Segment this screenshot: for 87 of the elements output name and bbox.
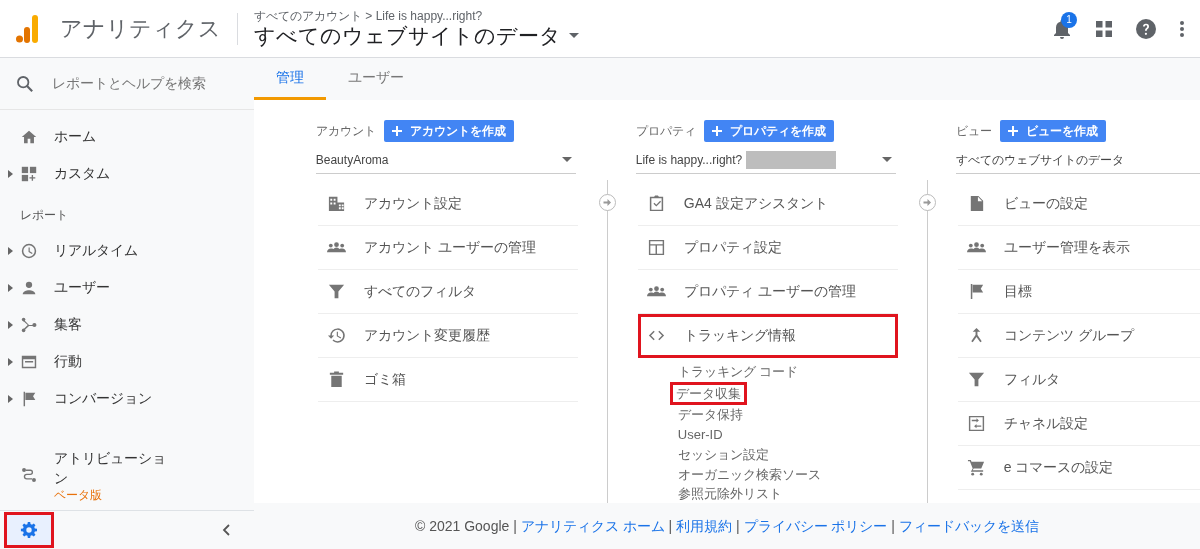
footer-link[interactable]: フィードバックを送信	[898, 517, 1039, 534]
cart-icon	[967, 458, 987, 477]
building-icon	[327, 194, 347, 213]
branch-icon	[20, 315, 38, 334]
nav-item[interactable]: コンバージョン	[0, 380, 254, 417]
footer-link[interactable]: プライバシー ポリシー	[743, 517, 888, 534]
expand-caret-icon[interactable]	[8, 169, 13, 178]
admin-menu-item[interactable]: チャネル設定	[957, 402, 1200, 446]
admin-menu-item[interactable]: GA4 設定アシスタント	[637, 182, 898, 226]
footer-link[interactable]: 利用規約	[676, 517, 733, 534]
caret-icon	[881, 157, 892, 162]
gear-icon	[20, 521, 38, 539]
create-button[interactable]: プロパティを作成	[703, 120, 834, 142]
admin-menu-item[interactable]: コンテンツ グループ	[957, 314, 1200, 358]
search-icon[interactable]	[16, 74, 34, 93]
column-label: ビュー	[955, 123, 992, 140]
plus-icon	[711, 126, 722, 136]
expand-caret-icon[interactable]	[8, 394, 13, 403]
submenu-link[interactable]: オーガニック検索ソース	[673, 464, 825, 485]
admin-menu-item[interactable]: トラッキング情報	[637, 314, 898, 358]
admin-menu-item[interactable]: 目標	[957, 270, 1200, 314]
expand-caret-icon[interactable]	[8, 283, 13, 292]
product-name: アナリティクス	[46, 12, 238, 45]
caret-icon	[569, 33, 579, 38]
plus-icon	[391, 126, 402, 136]
arrow-circle-icon	[918, 194, 936, 211]
create-button[interactable]: アカウントを作成	[383, 120, 514, 142]
dashboard-icon	[20, 164, 38, 183]
admin-menu-item[interactable]: ビューの設定	[957, 182, 1200, 226]
submenu-link[interactable]: トラッキング コード	[673, 362, 803, 382]
collapse-icon[interactable]	[221, 524, 230, 536]
nav-item[interactable]: 集客	[0, 306, 254, 343]
plus-icon	[1007, 126, 1018, 136]
dropdown-field[interactable]: すべてのウェブサイトのデータ	[955, 146, 1200, 174]
admin-settings-button[interactable]	[4, 512, 54, 548]
admin-menu-item[interactable]: アカウント ユーザーの管理	[317, 226, 578, 270]
nav-item[interactable]: カスタム	[0, 155, 254, 192]
admin-menu-item[interactable]: ゴミ箱	[317, 358, 578, 402]
breadcrumb[interactable]: すべてのアカウント > Life is happy...right?	[254, 8, 579, 23]
dropdown-field[interactable]: Life is happy...right?	[635, 146, 896, 174]
filter-icon	[327, 282, 347, 301]
beta-label: ベータ版	[54, 488, 103, 502]
arrow-circle-icon	[598, 194, 616, 211]
analytics-logo[interactable]	[16, 14, 38, 43]
expand-caret-icon[interactable]	[8, 357, 13, 366]
admin-menu-item[interactable]: すべてのフィルタ	[317, 270, 578, 314]
expand-caret-icon[interactable]	[8, 246, 13, 255]
layout-icon	[647, 238, 667, 257]
filter-icon	[967, 370, 987, 389]
nav-item[interactable]: リアルタイム	[0, 232, 254, 269]
admin-menu-item[interactable]: フィルタ	[957, 358, 1200, 402]
footer-text: © 2021 Google | アナリティクス ホーム | 利用規約 | プライバシー ポリシー | フィードバックを送信	[414, 516, 1039, 536]
submenu-link[interactable]: User-ID	[673, 425, 727, 445]
apps-icon[interactable]	[1096, 20, 1112, 37]
route-icon	[20, 466, 38, 484]
search-field[interactable]: レポートとヘルプを検索	[50, 72, 240, 95]
admin-menu-item[interactable]: アカウント変更履歴	[317, 314, 578, 358]
admin-menu-item[interactable]: プロパティ ユーザーの管理	[637, 270, 898, 314]
nav-item[interactable]: ホーム	[0, 118, 254, 155]
expand-caret-icon[interactable]	[8, 320, 13, 329]
admin-menu-item[interactable]: e コマースの設定	[957, 446, 1200, 490]
tab[interactable]: ユーザー	[325, 58, 426, 100]
tab[interactable]: 管理	[253, 58, 326, 100]
admin-menu-item[interactable]: アカウント設定	[317, 182, 578, 226]
footer-link[interactable]: アナリティクス ホーム	[520, 517, 665, 534]
notification-badge: 1	[1061, 11, 1077, 28]
admin-menu-item[interactable]: ユーザー管理を表示	[957, 226, 1200, 270]
nav-item[interactable]: ユーザー	[0, 269, 254, 306]
help-icon[interactable]	[1136, 18, 1156, 39]
more-menu-icon[interactable]	[1180, 20, 1184, 37]
submenu-link[interactable]: 参照元除外リスト	[673, 484, 786, 503]
submenu-link[interactable]: データ収集	[669, 381, 747, 406]
channel-icon	[967, 414, 987, 433]
clock-icon	[20, 241, 38, 260]
nav-item[interactable]: 行動	[0, 343, 254, 380]
view-selector[interactable]: すべてのウェブサイトのデータ	[254, 22, 579, 49]
section-label: レポート	[19, 207, 69, 224]
history-icon	[327, 326, 347, 345]
admin-menu-item[interactable]: プロパティ設定	[637, 226, 898, 270]
attribution-item[interactable]: アトリビューション ベータ版	[0, 448, 254, 502]
column-label: アカウント	[315, 123, 376, 140]
submenu-link[interactable]: データ保持	[673, 405, 747, 426]
caret-icon	[561, 157, 572, 162]
create-button[interactable]: ビューを作成	[999, 120, 1106, 142]
column-label: プロパティ	[635, 123, 696, 140]
submenu-link[interactable]: セッション設定	[673, 444, 773, 465]
dropdown-field[interactable]: BeautyAroma	[315, 146, 576, 174]
